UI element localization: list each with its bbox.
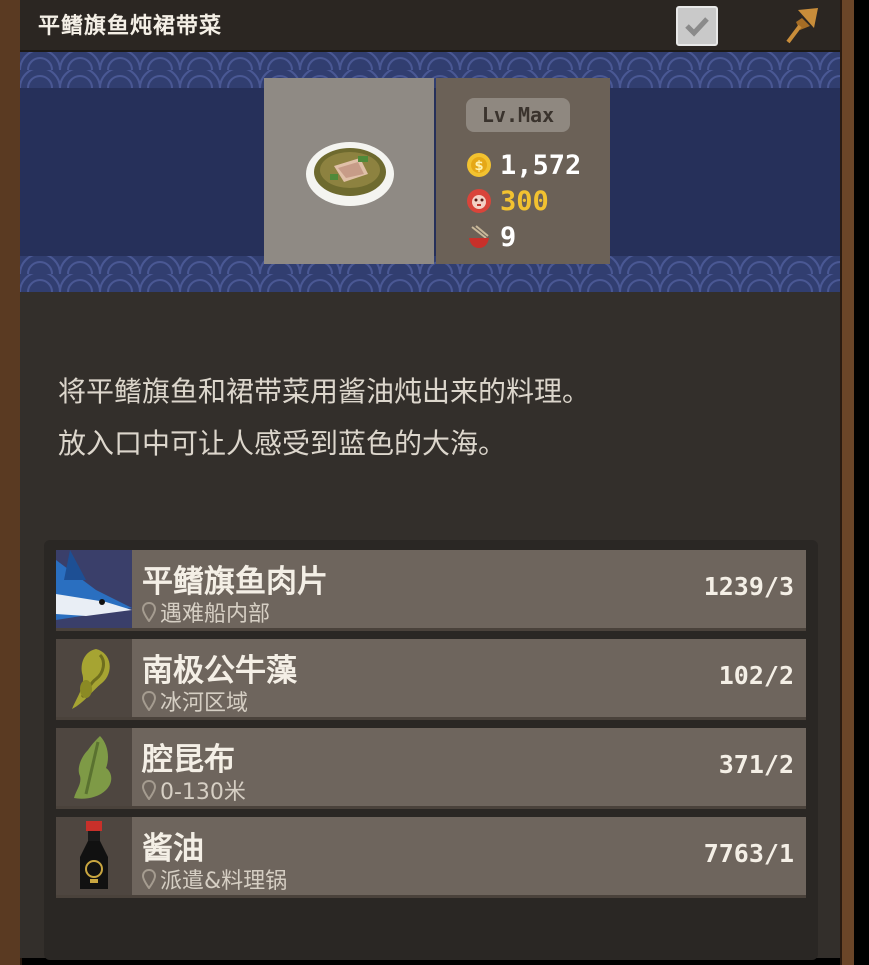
title-bar: 平鳍旗鱼炖裙带菜 [20,0,840,52]
dish-description: 将平鳍旗鱼和裙带菜用酱油炖出来的料理。 放入口中可让人感受到蓝色的大海。 [58,366,818,470]
kelp-leaf-icon [74,736,112,799]
ingredient-location: 0-130米 [142,774,246,806]
servings-stat: 9 [466,220,516,254]
ingredient-row[interactable]: 腔昆布 0-130米 371/2 [56,728,806,809]
dish-banner: Lv.Max $ 1,572 300 9 [20,52,840,292]
location-text: 0-130米 [160,780,246,805]
taste-face-icon [467,189,491,213]
description-line-2: 放入口中可让人感受到蓝色的大海。 [58,427,507,460]
description-line-1: 将平鳍旗鱼和裙带菜用酱油炖出来的料理。 [58,375,591,408]
price-stat: $ 1,572 [466,148,581,182]
location-text: 冰河区域 [160,691,249,716]
recipe-panel: 平鳍旗鱼炖裙带菜 Lv.Max $ 1,572 300 9 将平鳍旗鱼和裙带菜用… [20,0,840,960]
left-frame-border [0,0,22,965]
bowl-chopsticks-icon [469,225,489,248]
price-value: 1,572 [500,149,582,181]
servings-value: 9 [500,221,517,253]
soy-sauce-bottle-icon [80,821,108,889]
right-frame-border [840,0,854,965]
ingredient-list: 平鳍旗鱼肉片 遇难船内部 1239/3 南极公牛藻 冰河区域 102/2 腔昆布… [44,540,818,960]
ingredient-location: 派遣&料理锅 [142,863,287,895]
level-badge: Lv.Max [466,98,570,132]
dish-icon-box [264,78,434,264]
dish-stats: Lv.Max $ 1,572 300 9 [436,78,610,264]
location-pin-icon [142,780,156,800]
ingredient-name: 腔昆布 [142,742,235,778]
location-text: 派遣&料理锅 [160,869,288,894]
ingredient-location: 遇难船内部 [142,596,270,628]
ingredient-thumb [56,550,132,628]
ingredient-thumb [56,728,132,806]
taste-stat: 300 [466,184,549,218]
dish-card: Lv.Max $ 1,572 300 9 [264,78,610,264]
ingredient-count: 7763/1 [703,839,794,868]
ingredient-count: 1239/3 [703,572,794,601]
svg-text:$: $ [474,159,483,174]
ingredient-count: 102/2 [718,661,794,690]
coin-icon: $ [467,153,491,177]
ingredient-count: 371/2 [718,750,794,779]
location-pin-icon [142,869,156,889]
checkbox-button[interactable] [676,6,718,46]
check-icon [685,17,709,37]
location-pin-icon [142,602,156,622]
ingredient-thumb [56,817,132,895]
ingredient-row[interactable]: 南极公牛藻 冰河区域 102/2 [56,639,806,720]
ingredient-row[interactable]: 酱油 派遣&料理锅 7763/1 [56,817,806,898]
ingredient-row[interactable]: 平鳍旗鱼肉片 遇难船内部 1239/3 [56,550,806,631]
ingredient-location: 冰河区域 [142,685,248,717]
swordfish-icon [56,550,132,628]
ingredient-thumb [56,639,132,717]
location-text: 遇难船内部 [160,602,271,627]
recipe-title: 平鳍旗鱼炖裙带菜 [38,14,223,39]
stew-bowl-icon [306,142,394,206]
ingredient-name: 酱油 [142,831,204,867]
taste-value: 300 [500,185,549,217]
pushpin-icon [786,8,818,44]
pin-button[interactable] [780,4,824,48]
location-pin-icon [142,691,156,711]
ingredient-name: 南极公牛藻 [142,653,297,689]
ingredient-name: 平鳍旗鱼肉片 [142,564,328,600]
bull-kelp-icon [72,649,110,709]
